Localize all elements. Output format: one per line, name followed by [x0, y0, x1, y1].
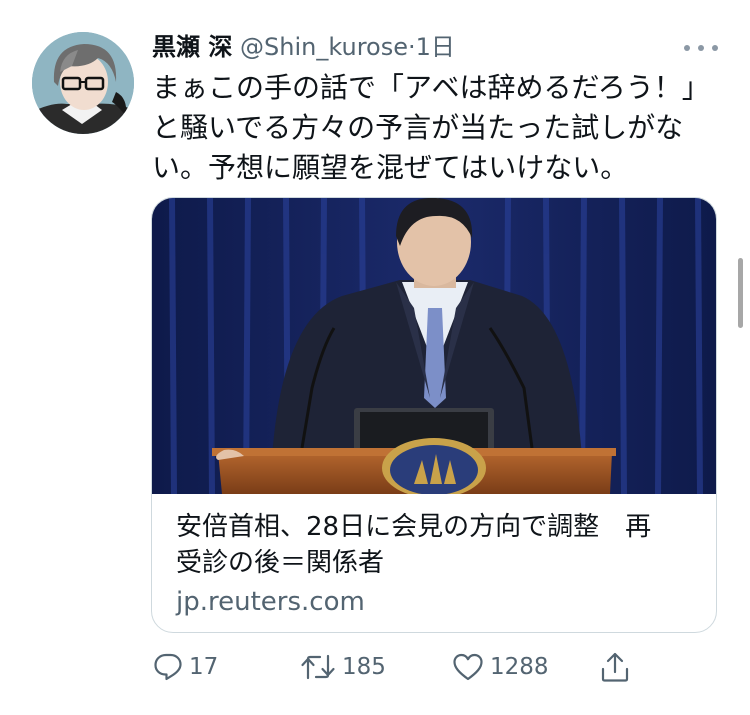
author-name[interactable]: 黒瀬 深: [152, 33, 232, 61]
retweet-count: 185: [342, 654, 386, 680]
author-handle[interactable]: @Shin_kurose: [240, 33, 408, 61]
scrollbar[interactable]: [738, 258, 743, 328]
share-icon: [600, 651, 630, 683]
reply-count: 17: [189, 654, 219, 680]
card-domain[interactable]: jp.reuters.com: [176, 584, 365, 620]
tweet-text-line: い。予想に願望を混ぜてはいけない。: [152, 151, 629, 184]
share-button[interactable]: [600, 645, 630, 689]
retweet-button[interactable]: 185: [300, 645, 386, 689]
tweet-time[interactable]: 1日: [416, 33, 455, 61]
like-button[interactable]: 1288: [452, 645, 549, 689]
card-image[interactable]: [152, 198, 716, 498]
action-bar: 17 185 1288: [0, 645, 750, 689]
reply-icon: [153, 652, 183, 682]
heart-icon: [452, 652, 484, 682]
avatar[interactable]: [32, 32, 134, 134]
tweet: 黒瀬 深 @Shin_kurose·1日 まぁこの手の話で「アベは辞めるだろう！…: [0, 0, 750, 715]
card-title-line: 受診の後＝関係者: [176, 548, 385, 578]
retweet-icon: [300, 652, 336, 682]
tweet-text: まぁこの手の話で「アベは辞めるだろう！」 と騒いでる方々の予言が当たった試しがな…: [152, 68, 712, 188]
link-card[interactable]: 安倍首相、28日に会見の方向で調整 再 受診の後＝関係者 jp.reuters.…: [151, 197, 717, 633]
tweet-text-line: と騒いでる方々の予言が当たった試しがな: [152, 111, 684, 144]
card-title[interactable]: 安倍首相、28日に会見の方向で調整 再 受診の後＝関係者: [176, 509, 706, 581]
card-title-line: 安倍首相、28日に会見の方向で調整 再: [176, 512, 652, 542]
reply-button[interactable]: 17: [153, 645, 218, 689]
like-count: 1288: [490, 654, 549, 680]
tweet-header: 黒瀬 深 @Shin_kurose·1日: [152, 29, 455, 65]
tweet-text-line: まぁこの手の話で「アベは辞めるだろう！」: [152, 71, 710, 104]
more-dots-icon[interactable]: [684, 36, 718, 60]
separator-dot: ·: [408, 33, 416, 61]
